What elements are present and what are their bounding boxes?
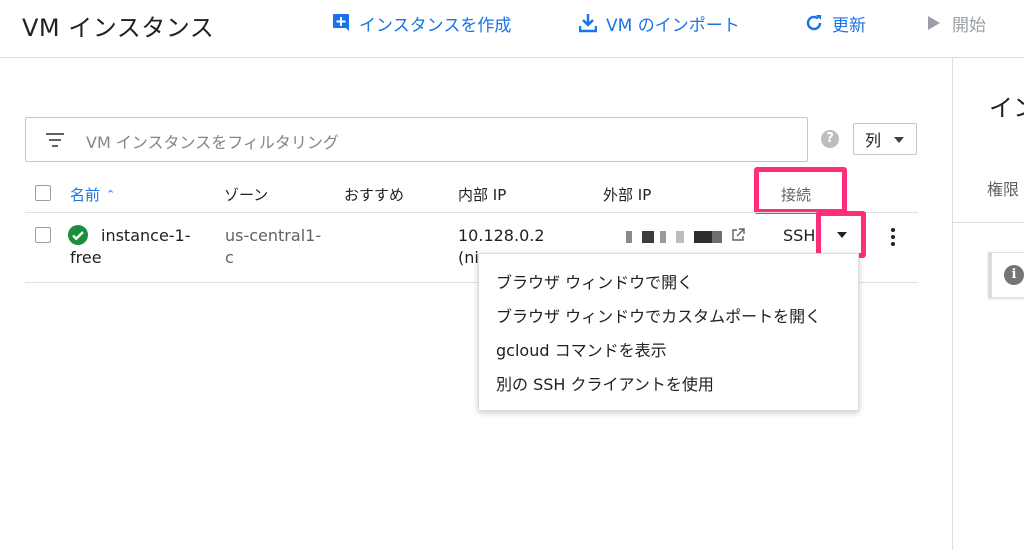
- refresh-label: 更新: [832, 15, 866, 36]
- add-box-icon: [331, 13, 351, 33]
- header-divider: [25, 212, 918, 213]
- columns-dropdown[interactable]: 列: [853, 123, 917, 155]
- chevron-down-icon: [837, 232, 847, 238]
- redacted-pixel: [642, 231, 654, 243]
- highlight-connect-header: [754, 167, 847, 214]
- start-label: 開始: [952, 15, 986, 36]
- page-title: VM インスタンス: [22, 14, 215, 42]
- sort-up-icon: ⌃: [106, 188, 116, 201]
- ssh-button[interactable]: SSH: [783, 225, 815, 247]
- redacted-pixel: [694, 231, 712, 243]
- chevron-down-icon: [894, 137, 904, 143]
- import-vm-label: VM のインポート: [606, 15, 740, 36]
- redacted-pixel: [676, 231, 684, 243]
- column-header-external-ip: 外部 IP: [603, 186, 652, 204]
- instance-name-link[interactable]: instance-1-free: [70, 225, 200, 269]
- info-box: i: [988, 252, 1024, 298]
- refresh-button[interactable]: 更新: [804, 10, 866, 36]
- redacted-pixel: [660, 231, 666, 243]
- menu-item-use-other-ssh-client[interactable]: 別の SSH クライアントを使用: [479, 366, 858, 400]
- create-instance-button[interactable]: インスタンスを作成: [331, 10, 511, 36]
- import-vm-button[interactable]: VM のインポート: [578, 10, 740, 36]
- top-bar: VM インスタンス インスタンスを作成 VM のインポート 更新 開始: [0, 0, 1024, 58]
- select-all-checkbox[interactable]: [35, 185, 51, 201]
- menu-item-open-in-browser[interactable]: ブラウザ ウィンドウで開く: [479, 264, 858, 298]
- columns-label: 列: [865, 131, 882, 150]
- info-panel-heading: イン: [989, 94, 1024, 122]
- divider: [953, 222, 1024, 223]
- info-panel: イン 権限 i: [952, 58, 1024, 550]
- ssh-options-menu: ブラウザ ウィンドウで開く ブラウザ ウィンドウでカスタムポートを開く gclo…: [478, 253, 859, 411]
- column-header-internal-ip: 内部 IP: [458, 186, 507, 204]
- help-icon[interactable]: ?: [821, 130, 839, 148]
- menu-item-view-gcloud-command[interactable]: gcloud コマンドを表示: [479, 332, 858, 366]
- redacted-pixel: [712, 231, 722, 243]
- row-checkbox[interactable]: [35, 227, 51, 243]
- start-button[interactable]: 開始: [924, 10, 986, 36]
- column-header-name[interactable]: 名前 ⌃: [70, 184, 115, 205]
- instance-zone: us-central1-c: [225, 226, 322, 267]
- create-instance-label: インスタンスを作成: [359, 15, 512, 36]
- filter-icon: [46, 133, 64, 147]
- external-link-icon[interactable]: [731, 228, 745, 242]
- redacted-pixel: [626, 231, 632, 243]
- filter-placeholder: VM インスタンスをフィルタリング: [86, 133, 339, 152]
- ssh-dropdown-button[interactable]: [816, 211, 866, 258]
- refresh-icon: [804, 13, 824, 33]
- column-header-recommendation: おすすめ: [344, 186, 405, 204]
- info-panel-subtitle: 権限: [987, 180, 1020, 199]
- play-icon: [924, 13, 944, 33]
- info-icon: i: [1004, 265, 1024, 285]
- download-icon: [578, 13, 598, 33]
- column-header-name-label: 名前: [70, 186, 101, 204]
- filter-input[interactable]: VM インスタンスをフィルタリング: [25, 117, 808, 162]
- more-actions-icon[interactable]: [884, 225, 904, 249]
- menu-item-open-custom-port[interactable]: ブラウザ ウィンドウでカスタムポートを開く: [479, 298, 858, 332]
- column-header-zone: ゾーン: [224, 186, 269, 204]
